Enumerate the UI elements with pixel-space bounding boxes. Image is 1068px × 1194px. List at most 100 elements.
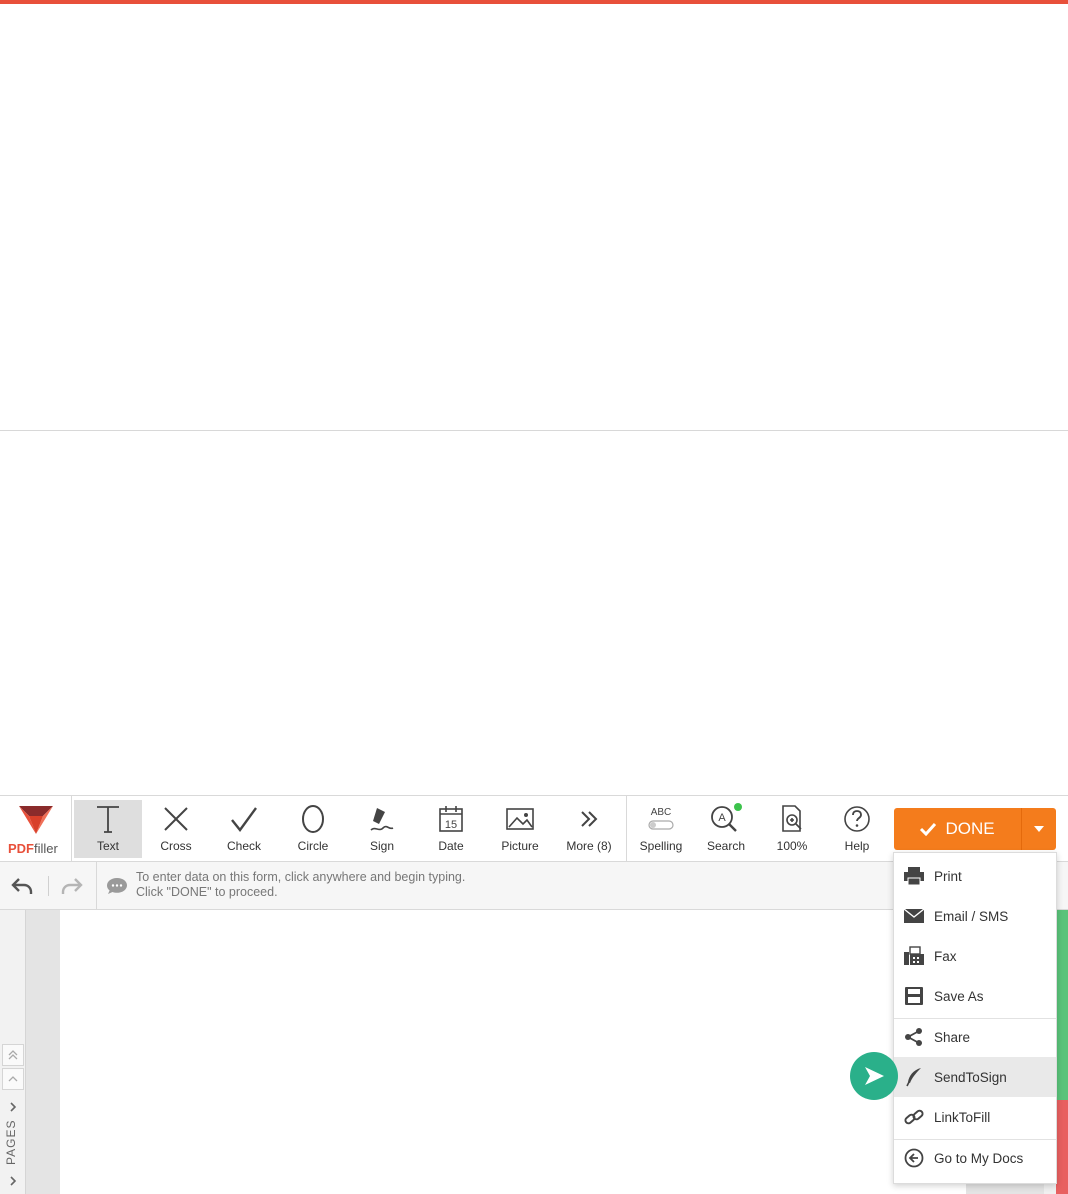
menu-item-label: Go to My Docs <box>934 1150 1024 1166</box>
tool-label: Search <box>706 839 746 853</box>
tool-zoom[interactable]: 100% <box>758 800 826 858</box>
double-chevron-up-icon <box>8 1050 18 1060</box>
tool-label: Spelling <box>639 839 683 853</box>
menu-item-fax[interactable]: Fax <box>894 936 1056 976</box>
undo-redo-separator <box>48 876 49 896</box>
speech-bubble-icon <box>107 878 127 894</box>
undo-button[interactable] <box>10 874 40 898</box>
chevron-right-icon <box>10 1176 17 1186</box>
tool-label: Picture <box>501 839 539 853</box>
first-page-button[interactable] <box>2 1044 24 1066</box>
tool-text[interactable]: Text <box>74 800 142 858</box>
pdffiller-logo[interactable]: PDFfiller <box>0 796 72 862</box>
expand-pages-button[interactable] <box>2 1096 24 1118</box>
tool-cross[interactable]: Cross <box>142 800 210 858</box>
tool-sign[interactable]: Sign <box>348 800 416 858</box>
logo-brand: PDF <box>8 841 34 856</box>
menu-item-email-sms[interactable]: Email / SMS <box>894 896 1056 936</box>
menu-item-label: SendToSign <box>934 1069 1007 1085</box>
menu-item-print[interactable]: Print <box>894 856 1056 896</box>
search-icon: A <box>692 800 760 838</box>
hint-separator <box>96 862 97 909</box>
menu-item-save-as[interactable]: Save As <box>894 976 1056 1016</box>
sign-pen-icon <box>348 800 416 838</box>
tool-more[interactable]: More (8) <box>555 800 623 858</box>
back-circle-icon <box>894 1148 934 1168</box>
tool-label: Text <box>96 839 119 853</box>
tool-picture[interactable]: Picture <box>486 800 554 858</box>
help-icon <box>823 800 891 838</box>
redo-icon <box>61 878 83 894</box>
chevron-right-icon <box>10 1102 17 1112</box>
tool-label: Cross <box>160 839 192 853</box>
status-strip-green <box>1056 910 1068 1100</box>
document-page[interactable] <box>60 910 966 1194</box>
logo-mark-icon <box>19 806 53 834</box>
menu-item-send-to-sign[interactable]: SendToSign <box>894 1057 1056 1097</box>
quill-icon <box>894 1067 934 1087</box>
printer-icon <box>894 866 934 886</box>
share-icon <box>894 1027 934 1047</box>
circle-icon <box>279 800 347 838</box>
tool-label: More (8) <box>566 839 612 853</box>
tool-help[interactable]: Help <box>823 800 891 858</box>
zoom-doc-icon <box>758 800 826 838</box>
menu-item-label: Share <box>934 1029 971 1045</box>
tool-check[interactable]: Check <box>210 800 278 858</box>
top-accent-rule <box>0 0 1068 4</box>
chevron-up-icon <box>8 1076 18 1082</box>
tool-circle[interactable]: Circle <box>279 800 347 858</box>
floppy-icon <box>894 986 934 1006</box>
tool-label: Circle <box>297 839 329 853</box>
cross-icon <box>142 800 210 838</box>
menu-item-go-to-my-docs[interactable]: Go to My Docs <box>894 1138 1056 1178</box>
prev-page-button[interactable] <box>2 1068 24 1090</box>
svg-text:A: A <box>718 812 726 824</box>
tool-label: Sign <box>369 839 395 853</box>
menu-item-link-to-fill[interactable]: LinkToFill <box>894 1097 1056 1137</box>
tool-spelling[interactable]: ABC Spelling <box>627 800 695 858</box>
pages-rail: PAGES <box>0 910 26 1194</box>
tool-label: Help <box>844 839 870 853</box>
logo-suffix: filler <box>34 841 58 856</box>
menu-item-label: Save As <box>934 988 984 1004</box>
check-icon <box>210 800 278 838</box>
done-label: DONE <box>945 819 995 838</box>
hint-line-2: Click "DONE" to proceed. <box>136 885 278 899</box>
pages-label: PAGES <box>4 1119 18 1165</box>
pages-toggle-button[interactable] <box>2 1170 24 1192</box>
envelope-icon <box>894 908 934 924</box>
tool-label: Date <box>438 839 464 853</box>
link-icon <box>894 1107 934 1127</box>
menu-item-share[interactable]: Share <box>894 1017 1056 1057</box>
menu-item-label: Fax <box>934 948 957 964</box>
done-button-group: DONE <box>894 808 1056 850</box>
text-t-icon <box>74 800 142 838</box>
status-strip-red <box>1056 1100 1068 1194</box>
section-divider <box>0 430 1068 431</box>
tool-search[interactable]: A Search <box>692 800 760 858</box>
menu-item-label: Email / SMS <box>934 908 1009 924</box>
hint-text: To enter data on this form, click anywhe… <box>136 870 465 900</box>
abc-toggle-icon: ABC <box>627 800 695 838</box>
calendar-icon: 15 <box>417 800 485 838</box>
check-icon <box>920 822 937 836</box>
svg-text:ABC: ABC <box>651 807 672 818</box>
done-dropdown-menu: Print Email / SMS Fax Save As Share Send… <box>893 852 1057 1184</box>
tool-label: Check <box>226 839 261 853</box>
double-chevron-icon <box>555 800 623 838</box>
redo-button[interactable] <box>58 874 88 898</box>
tool-date[interactable]: 15 Date <box>417 800 485 858</box>
tool-label: 100% <box>776 839 808 853</box>
undo-icon <box>11 878 33 894</box>
hint-line-1: To enter data on this form, click anywhe… <box>136 870 466 884</box>
done-button[interactable]: DONE <box>894 808 1020 850</box>
done-dropdown-toggle[interactable] <box>1021 808 1056 850</box>
svg-text:15: 15 <box>445 819 457 831</box>
picture-icon <box>486 800 554 838</box>
caret-down-icon <box>1034 826 1044 832</box>
menu-item-label: LinkToFill <box>934 1109 991 1125</box>
fax-icon <box>894 946 934 966</box>
menu-item-label: Print <box>934 868 962 884</box>
pointer-highlight <box>850 1052 898 1100</box>
